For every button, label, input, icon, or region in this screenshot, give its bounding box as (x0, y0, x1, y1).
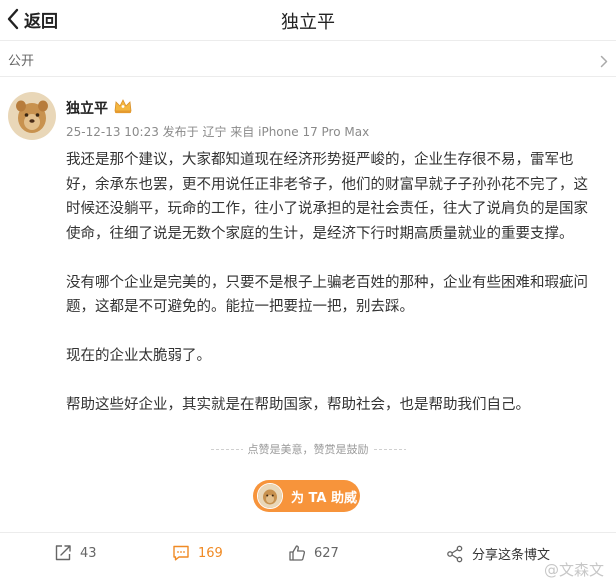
like-button[interactable]: 627 (288, 544, 339, 562)
avatar[interactable] (8, 92, 56, 140)
repost-button[interactable]: 43 (54, 544, 97, 562)
reward-button[interactable]: 为 TA 助威 (253, 480, 360, 512)
like-count: 627 (314, 545, 339, 561)
crown-badge-icon (113, 98, 133, 118)
visibility-divider (0, 76, 616, 77)
watermark: @文森文 (543, 561, 604, 579)
header-divider (0, 40, 616, 41)
post-paragraph: 帮助这些好企业，其实就是在帮助国家，帮助社会，也是帮助我们自己。 (66, 397, 530, 413)
top-bar: 返回 独立平 (0, 0, 616, 40)
footer-divider (0, 532, 616, 533)
reward-avatar (257, 483, 283, 509)
post-content: 我还是那个建议，大家都知道现在经济形势挺严峻的，企业生存很不易，雷军也 好，余承… (66, 148, 606, 442)
reward-button-label: 为 TA 助威 (291, 490, 357, 506)
dash-divider (210, 448, 243, 450)
visibility-row[interactable]: 公开 (0, 44, 616, 74)
reward-tip-text: 点赞是美意，赞赏是鼓励 (247, 443, 369, 456)
thumbs-up-icon (288, 544, 314, 562)
share-label: 分享这条博文 (472, 548, 551, 563)
author-row: 独立平 (66, 98, 133, 118)
comment-count: 169 (198, 545, 223, 561)
visibility-label: 公开 (8, 54, 35, 69)
repost-count: 43 (80, 545, 97, 561)
reward-tip: 点赞是美意，赞赏是鼓励 (0, 441, 616, 457)
author-name[interactable]: 独立平 (66, 98, 108, 118)
chevron-right-icon (600, 53, 608, 72)
comment-button[interactable]: 169 (172, 544, 223, 562)
share-button[interactable]: 分享这条博文 (446, 544, 550, 563)
post-paragraph: 现在的企业太脆弱了。 (66, 348, 211, 364)
post-meta: 25-12-13 10:23 发布于 辽宁 来自 iPhone 17 Pro M… (66, 125, 370, 139)
share-icon (446, 545, 472, 563)
page-title: 独立平 (281, 12, 335, 33)
dash-divider (373, 448, 406, 450)
action-bar: 43 169 627 分享这条博文 (0, 540, 616, 570)
post-paragraph: 我还是那个建议，大家都知道现在经济形势挺严峻的，企业生存很不易，雷军也 好，余承… (66, 152, 588, 242)
post-paragraph: 没有哪个企业是完美的，只要不是根子上骗老百姓的那种，企业有些困难和瑕疵问 题，这… (66, 274, 588, 316)
repost-icon (54, 544, 80, 562)
comment-icon (172, 544, 198, 562)
